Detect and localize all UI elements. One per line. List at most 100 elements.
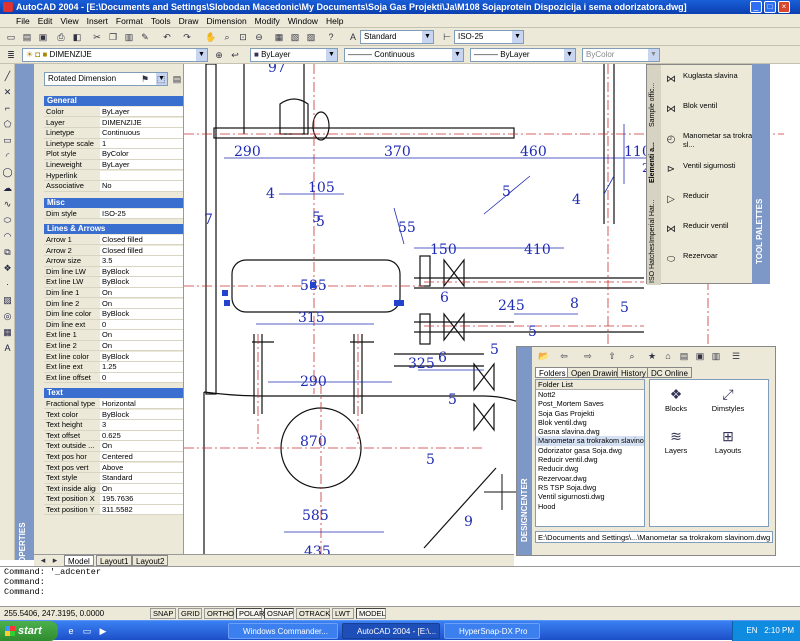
menu-file[interactable]: File (0, 14, 34, 28)
pan-icon[interactable]: ✋ (204, 30, 218, 44)
ellipse-arc-icon[interactable]: ◠ (1, 230, 14, 243)
tool-tab-imperial[interactable]: Imperial Hat... (649, 199, 656, 243)
description-toggle-icon[interactable]: ▥ (709, 349, 723, 363)
make-block-icon[interactable]: ❖ (1, 262, 14, 275)
property-row[interactable]: Ext line offset 0 (44, 372, 183, 384)
property-value[interactable]: 0 (100, 372, 183, 383)
property-value[interactable]: 0 (100, 319, 183, 330)
folder-list-item[interactable]: Odorizator gasa Soja.dwg (536, 446, 644, 455)
designcenter-icon[interactable]: ▧ (288, 30, 302, 44)
property-row[interactable]: Text inside align On (44, 483, 183, 495)
property-row[interactable]: Fractional type Horizontal (44, 399, 183, 410)
start-button[interactable]: start (0, 621, 58, 641)
menu-edit[interactable]: Edit (34, 14, 57, 28)
layer-manager-icon[interactable]: ≣ (4, 48, 18, 62)
pickadd-toggle-icon[interactable]: ▤ (170, 72, 183, 86)
match-properties-icon[interactable]: ✎ (138, 30, 152, 44)
tab-layout2[interactable]: Layout2 (132, 555, 169, 566)
task-windows-commander[interactable]: Windows Commander... (228, 623, 338, 639)
home-icon[interactable]: ⌂ (661, 349, 675, 363)
layer-select[interactable]: ☀ ◘ ■ DIMENZIJE ▼ (22, 48, 208, 62)
folder-list-item[interactable]: RS TSP Soja.dwg (536, 483, 644, 492)
property-row[interactable]: Text height 3 (44, 420, 183, 431)
property-row[interactable]: Text position X 195.7636 (44, 494, 183, 505)
property-value[interactable]: On (100, 330, 183, 340)
status-toggle-snap[interactable]: SNAP (150, 608, 176, 619)
command-prompt[interactable]: Command: (4, 587, 800, 597)
property-value[interactable]: ByLayer (100, 107, 183, 117)
dc-item-dimstyles[interactable]: ⤢ Dimstyles (706, 386, 750, 413)
status-toggle-osnap[interactable]: OSNAP (264, 608, 294, 619)
menu-modify[interactable]: Modify (251, 14, 284, 28)
redo-icon[interactable]: ↷ (180, 30, 194, 44)
property-value[interactable]: ByBlock (100, 277, 183, 287)
property-row[interactable]: Text position Y 311.5582 (44, 505, 183, 516)
menu-window[interactable]: Window (284, 14, 322, 28)
section-general[interactable]: General (44, 96, 183, 106)
folder-list-item[interactable]: Blok ventil.dwg (536, 418, 644, 427)
property-row[interactable]: Plot style ByColor (44, 149, 183, 160)
dc-tab-folders[interactable]: Folders (535, 367, 570, 378)
property-value[interactable]: ByBlock (100, 409, 183, 419)
zoom-window-icon[interactable]: ⊡ (236, 30, 250, 44)
menu-dimension[interactable]: Dimension (203, 14, 251, 28)
dim-style-select[interactable]: ISO-25 ▼ (454, 30, 524, 44)
construction-line-icon[interactable]: ✕ (1, 86, 14, 99)
menu-draw[interactable]: Draw (175, 14, 203, 28)
quicklaunch-desktop-icon[interactable]: ▭ (80, 624, 94, 638)
properties-title-strip[interactable]: PROPERTIES (15, 64, 34, 574)
dc-item-layouts[interactable]: ⊞ Layouts (706, 428, 750, 455)
status-toggle-polar[interactable]: POLAR (236, 608, 264, 619)
tool-palette-item[interactable]: ⋈ Blok ventil (666, 101, 717, 131)
property-row[interactable]: Dim line LW ByBlock (44, 266, 183, 278)
language-indicator[interactable]: EN (746, 626, 757, 635)
menu-tools[interactable]: Tools (147, 14, 175, 28)
zoom-realtime-icon[interactable]: ⌕ (220, 30, 234, 44)
property-value[interactable]: ByBlock (100, 266, 183, 277)
folder-list-item[interactable]: Rezervoar.dwg (536, 474, 644, 483)
dc-item-layers[interactable]: ≋ Layers (654, 428, 698, 455)
tool-palette-item[interactable]: ⋈ Reducir ventil (666, 221, 728, 251)
undo-icon[interactable]: ↶ (160, 30, 174, 44)
property-value[interactable]: Centered (100, 452, 183, 462)
property-row[interactable]: Dim line 2 On (44, 298, 183, 309)
property-value[interactable]: Continuous (100, 128, 183, 138)
region-icon[interactable]: ◎ (1, 310, 14, 323)
hatch-icon[interactable]: ▨ (1, 294, 14, 307)
tab-layout1[interactable]: Layout1 (96, 555, 133, 566)
text-style-select[interactable]: Standard ▼ (360, 30, 434, 44)
tool-tab-iso[interactable]: ISO Hatches (649, 243, 656, 283)
property-row[interactable]: Hyperlink (44, 170, 183, 181)
property-row[interactable]: Linetype scale 1 (44, 138, 183, 150)
folder-list-item[interactable]: Gasna slavina.dwg (536, 427, 644, 436)
cut-icon[interactable]: ✂ (90, 30, 104, 44)
autocad-app-icon[interactable] (3, 2, 13, 12)
clock[interactable]: 2:10 PM (764, 626, 794, 635)
property-row[interactable]: Associative No (44, 181, 183, 192)
back-icon[interactable]: ⇦ (557, 349, 571, 363)
property-row[interactable]: Ext line 1 On (44, 330, 183, 341)
menu-view[interactable]: View (56, 14, 82, 28)
tool-tab-sample[interactable]: Sample offic... (649, 83, 656, 127)
lineweight-select[interactable]: ——— ByLayer ▼ (470, 48, 576, 62)
coordinate-readout[interactable]: 255.5406, 247.3195, 0.0000 (4, 607, 104, 620)
minimize-icon[interactable]: _ (750, 1, 762, 13)
property-row[interactable]: Dim line ext 0 (44, 319, 183, 331)
property-value[interactable]: Closed filled (100, 235, 183, 245)
task-hypersnap[interactable]: HyperSnap-DX Pro (444, 623, 540, 639)
property-value[interactable]: 0.625 (100, 430, 183, 441)
favorites-icon[interactable]: ★ (645, 349, 659, 363)
mtext-icon[interactable]: A (1, 342, 14, 355)
folder-list-item[interactable]: Ventil sigurnosti.dwg (536, 492, 644, 501)
forward-icon[interactable]: ⇨ (581, 349, 595, 363)
rectangle-icon[interactable]: ▭ (1, 134, 14, 147)
tree-view-toggle-icon[interactable]: ▤ (677, 349, 691, 363)
tool-tab-elementi[interactable]: Elementi a... (649, 142, 656, 183)
quicklaunch-ie-icon[interactable]: e (64, 624, 78, 638)
property-value[interactable]: ISO-25 (100, 209, 183, 219)
property-value[interactable]: Horizontal (100, 399, 183, 409)
make-layer-current-icon[interactable]: ⊕ (212, 48, 226, 62)
property-row[interactable]: Text pos vert Above (44, 462, 183, 473)
open-file-icon[interactable]: ▤ (20, 30, 34, 44)
layer-previous-icon[interactable]: ↩ (228, 48, 242, 62)
